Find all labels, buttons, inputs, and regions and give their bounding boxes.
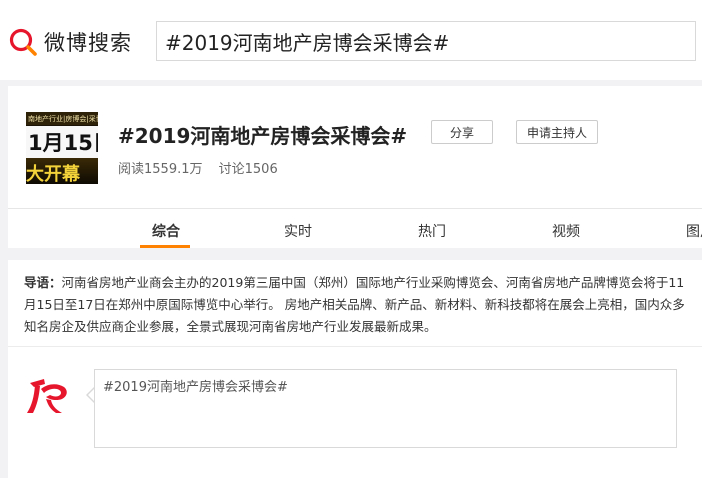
intro-label: 导语：	[24, 275, 62, 290]
search-box[interactable]	[156, 21, 696, 61]
top-bar: 微博搜索	[0, 0, 702, 80]
tab-video[interactable]: 视频	[552, 221, 580, 241]
active-tab-indicator	[140, 245, 190, 248]
read-count: 阅读1559.1万	[118, 162, 203, 177]
tab-comprehensive[interactable]: 综合	[152, 221, 180, 241]
topic-stats: 阅读1559.1万 讨论1506	[118, 158, 290, 177]
topic-header-card: 南地产行业|房博会|采博 1月15日 大开幕 #2019河南地产房博会采博会# …	[8, 86, 702, 248]
intro-text: 河南省房地产业商会主办的2019第三届中国（郑州）国际地产行业采购博览会、河南省…	[24, 275, 685, 334]
tab-images[interactable]: 图片	[686, 221, 702, 241]
weibo-search-logo[interactable]: 微博搜索	[8, 26, 132, 58]
cover-top-text: 南地产行业|房博会|采博	[28, 115, 98, 123]
post-textarea[interactable]: #2019河南地产房博会采博会#	[94, 369, 677, 448]
topic-introduction: 导语：河南省房地产业商会主办的2019第三届中国（郑州）国际地产行业采购博览会、…	[8, 260, 702, 346]
share-button[interactable]: 分享	[431, 120, 493, 144]
user-avatar[interactable]	[24, 369, 72, 417]
search-logo-icon	[9, 28, 37, 56]
logo-text: 微博搜索	[44, 31, 132, 55]
apply-host-button[interactable]: 申请主持人	[516, 120, 598, 144]
tab-realtime[interactable]: 实时	[284, 221, 312, 241]
topic-cover-image[interactable]: 南地产行业|房博会|采博 1月15日 大开幕	[26, 112, 98, 184]
tab-bar: 综合 实时 热门 视频 图片	[8, 209, 702, 248]
topic-title: #2019河南地产房博会采博会#	[118, 124, 408, 148]
cover-date-text: 1月15日	[28, 131, 98, 155]
cover-bottom-text: 大开幕	[26, 164, 80, 184]
post-composer: #2019河南地产房博会采博会#	[8, 346, 702, 478]
search-input[interactable]	[165, 29, 695, 53]
tab-hot[interactable]: 热门	[418, 221, 446, 241]
discussion-count: 讨论1506	[218, 162, 278, 177]
